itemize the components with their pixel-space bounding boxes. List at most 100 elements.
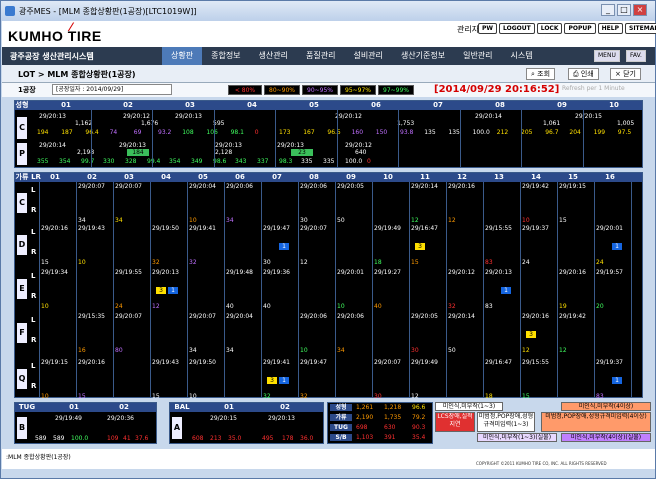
c-value: 212 xyxy=(496,129,509,136)
curing-value: 10 xyxy=(189,217,197,224)
c-value: 100.0 xyxy=(472,129,490,136)
p-value: 99.4 xyxy=(147,158,161,165)
close-window-button[interactable]: × xyxy=(633,4,647,16)
curing-value: 12 xyxy=(152,303,160,310)
footer-tab[interactable]: :MLM 종합상황판(1공장) xyxy=(6,452,71,461)
minimize-button[interactable]: _ xyxy=(601,4,615,16)
grid-line xyxy=(113,182,114,397)
summary-label: S/B xyxy=(330,434,352,441)
c-value: 93.8 xyxy=(400,129,414,136)
grid-line xyxy=(582,110,584,168)
window-title: 광주MES - [MLM 종합상황판(1공장)[LTC1019W]] xyxy=(19,6,197,16)
legend-tab: 미범정,POP장애,성형규격미입력(1~3) xyxy=(477,412,535,432)
p-time: 29/20:13 xyxy=(277,142,304,149)
tug-col-01: 01 xyxy=(69,403,79,411)
curing-flag-yellow: 3 xyxy=(156,287,166,294)
curing-value: 32 xyxy=(448,303,456,310)
nav-item-equipment[interactable]: 설비관리 xyxy=(344,47,391,65)
curing-value: 30 xyxy=(411,347,419,354)
legend-tab: 미인식,미부착(1~3) xyxy=(435,402,503,411)
p-value: 328 xyxy=(125,158,137,165)
plant-label: 1공장 xyxy=(18,86,36,94)
summary-v3: 35.4 xyxy=(412,434,426,441)
gcol-03: 03 xyxy=(124,173,134,181)
c-time: 29/20:13 xyxy=(175,113,202,120)
help-button[interactable]: HELP xyxy=(597,23,623,34)
curing-time: 29/19:43 xyxy=(78,225,105,232)
curing-time: 29/19:27 xyxy=(374,269,401,276)
curing-value: 34 xyxy=(189,347,197,354)
bal-n5: 178 xyxy=(282,435,294,442)
c-value: 106 xyxy=(206,129,218,136)
curing-value: 19 xyxy=(559,303,567,310)
curing-value: 15 xyxy=(559,217,567,224)
curing-value: 30 xyxy=(300,217,308,224)
c-value: 135 xyxy=(448,129,460,136)
bcol-01: 01 xyxy=(61,101,71,109)
gcol-06: 06 xyxy=(235,173,245,181)
grid-line xyxy=(224,182,225,397)
nav-item-quality[interactable]: 품질관리 xyxy=(297,47,344,65)
sitemap-button[interactable]: SITEMAP xyxy=(625,23,656,34)
header-buttons: PW LOGOUT LOCK POPUP HELP SITEMAP xyxy=(478,23,656,34)
nav-item-production[interactable]: 생산관리 xyxy=(250,47,297,65)
c-value: 199 xyxy=(593,129,606,136)
nav-item-system[interactable]: 시스템 xyxy=(502,47,542,65)
curing-value: 24 xyxy=(522,259,530,266)
print-button[interactable]: ⎙ 인쇄 xyxy=(568,68,599,80)
curing-value: 12 xyxy=(448,217,456,224)
curing-flag-blue: 1 xyxy=(168,287,178,294)
bal-header: BAL 01 02 xyxy=(170,403,323,412)
system-name: 광주공장 생산관리시스템 xyxy=(10,52,94,61)
nav-item-standards[interactable]: 생산기준정보 xyxy=(392,47,454,65)
popup-button[interactable]: POPUP xyxy=(564,23,596,34)
p-value: 337 xyxy=(257,158,269,165)
curing-value: 15 xyxy=(522,393,530,400)
curing-value: 83 xyxy=(485,259,493,266)
p-total: 2,198 xyxy=(77,149,95,156)
nav-item-overview[interactable]: 종합정보 xyxy=(202,47,249,65)
curing-time: 29/20:07 xyxy=(78,183,105,190)
curing-value: 15 xyxy=(78,393,86,400)
curing-time: 29/19:15 xyxy=(41,359,68,366)
filter-bar: 1공장 [공장일자 : 2014/09/29] < 80% 80~90% 90~… xyxy=(2,83,655,97)
curing-time: 29/19:48 xyxy=(226,269,253,276)
logo-text: KUMHO TIRE xyxy=(8,28,102,44)
curing-time: 29/19:41 xyxy=(189,225,216,232)
curing-value: 34 xyxy=(78,217,86,224)
date-field[interactable]: [공장일자 : 2014/09/29] xyxy=(52,84,172,95)
bcol-04: 04 xyxy=(247,101,257,109)
c-time: 29/20:13 xyxy=(39,113,66,120)
nav-item-dashboard[interactable]: 상황판 xyxy=(162,47,203,65)
c-value: 97.5 xyxy=(617,129,632,136)
tug-n5: 41 xyxy=(123,435,131,442)
curing-value: 34 xyxy=(115,217,123,224)
curing-time: 29/19:49 xyxy=(411,359,438,366)
bcol-09: 09 xyxy=(557,101,567,109)
curing-value: 24 xyxy=(115,303,123,310)
sub-r: R xyxy=(31,206,37,214)
search-button[interactable]: ⌕ 조회 xyxy=(526,68,556,80)
curing-time: 29/19:36 xyxy=(263,269,290,276)
pw-button[interactable]: PW xyxy=(478,23,498,34)
tug-n4: 109 xyxy=(107,435,119,442)
logout-button[interactable]: LOGOUT xyxy=(499,23,535,34)
bal-time-2: 29/20:13 xyxy=(268,415,295,422)
admin-label: 관리자 xyxy=(457,25,480,34)
summary-v3: 96.6 xyxy=(412,404,426,411)
curing-value: 40 xyxy=(226,303,234,310)
close-button[interactable]: × 닫기 xyxy=(610,68,641,80)
maximize-button[interactable]: □ xyxy=(617,4,631,16)
lock-button[interactable]: LOCK xyxy=(536,23,563,34)
grid-line xyxy=(261,182,262,397)
curing-time: 29/20:16 xyxy=(522,313,549,320)
nav-item-general[interactable]: 일반관리 xyxy=(454,47,501,65)
fav-button[interactable]: FAV. xyxy=(626,50,646,62)
menu-button[interactable]: MENU xyxy=(594,50,620,62)
summary-v1: 1,261 xyxy=(356,404,374,411)
c-time: 29/20:15 xyxy=(575,113,602,120)
curing-corner: 가류 xyxy=(15,173,29,181)
gcol-09: 09 xyxy=(346,173,356,181)
curing-row-E: E xyxy=(17,279,27,299)
curing-time: 29/20:06 xyxy=(300,183,327,190)
